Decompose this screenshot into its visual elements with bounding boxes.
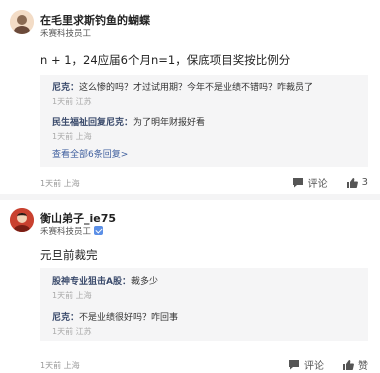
comment-icon [289, 360, 299, 370]
reply-box: 股神专业狙击A股：裁多少 1天前 上海 尼克：不是业绩很好吗？咋回事 1天前 江… [40, 268, 368, 341]
comment-icon [292, 178, 303, 188]
post-actions: 评论 赞 [288, 357, 368, 372]
view-all-replies-link[interactable]: 查看全部6条回复> [52, 147, 128, 160]
comment-label: 评论 [307, 179, 328, 190]
reply-author[interactable]: 股神专业狙击A股： [52, 277, 131, 287]
reply-text: 这么惨的吗？才过试用期？今年不是业绩不错吗？咋裁员了 [79, 83, 314, 93]
post-2: 衡山弟子_ie75 禾赛科技员工 元旦前裁完 股神专业狙击A股：裁多少 1天前 … [0, 200, 380, 373]
like-label: 赞 [358, 361, 368, 372]
post-content: 元旦前裁完 [40, 248, 98, 262]
reply-text: 不是业绩很好吗？咋回事 [79, 313, 179, 323]
avatar[interactable] [10, 208, 34, 232]
reply-text: 裁多少 [130, 277, 158, 287]
reply-meta: 1天前 江苏 [52, 327, 92, 336]
avatar-image-icon [10, 10, 34, 34]
reply-item[interactable]: 股神专业狙击A股：裁多少 [52, 274, 158, 287]
comment-button[interactable]: 评论 [292, 175, 328, 190]
post-meta: 1天前 上海 [40, 179, 80, 188]
reply-item[interactable]: 尼克：不是业绩很好吗？咋回事 [52, 310, 178, 323]
reply-meta: 1天前 上海 [52, 132, 92, 141]
company-label: 禾赛科技员工 [40, 225, 104, 237]
thumbs-up-icon [343, 360, 354, 370]
post-actions: 评论 3 [292, 175, 368, 190]
company-text: 禾赛科技员工 [40, 227, 92, 237]
company-label: 禾赛科技员工 [40, 29, 92, 39]
username[interactable]: 在毛里求斯钓鱼的蝴蝶 [40, 12, 150, 28]
username[interactable]: 衡山弟子_ie75 [40, 210, 116, 226]
reply-author[interactable]: 尼克： [52, 313, 79, 323]
post-content: n + 1，24应届6个月n=1，保底项目奖按比例分 [40, 53, 291, 67]
verified-icon [94, 226, 104, 235]
avatar[interactable] [10, 10, 34, 34]
reply-meta: 1天前 江苏 [52, 97, 92, 106]
reply-box: 尼克：这么惨的吗？才过试用期？今年不是业绩不错吗？咋裁员了 1天前 江苏 民生福… [40, 75, 368, 167]
like-button[interactable]: 赞 [342, 357, 368, 372]
reply-meta: 1天前 上海 [52, 291, 92, 300]
reply-author[interactable]: 民生福祉回复尼克： [52, 118, 133, 128]
reply-text: 为了明年财报好看 [133, 118, 206, 128]
thumbs-up-icon [346, 178, 358, 188]
like-count: 3 [361, 177, 368, 188]
post-1: 在毛里求斯钓鱼的蝴蝶 禾赛科技员工 n + 1，24应届6个月n=1，保底项目奖… [0, 0, 380, 196]
post-meta: 1天前 上海 [40, 361, 80, 370]
avatar-image-icon [10, 208, 34, 232]
reply-item[interactable]: 民生福祉回复尼克：为了明年财报好看 [52, 115, 205, 128]
like-button[interactable]: 3 [346, 177, 368, 188]
reply-author[interactable]: 尼克： [52, 83, 79, 93]
comment-label: 评论 [304, 361, 324, 372]
comment-button[interactable]: 评论 [288, 357, 324, 372]
reply-item[interactable]: 尼克：这么惨的吗？才过试用期？今年不是业绩不错吗？咋裁员了 [52, 80, 313, 93]
